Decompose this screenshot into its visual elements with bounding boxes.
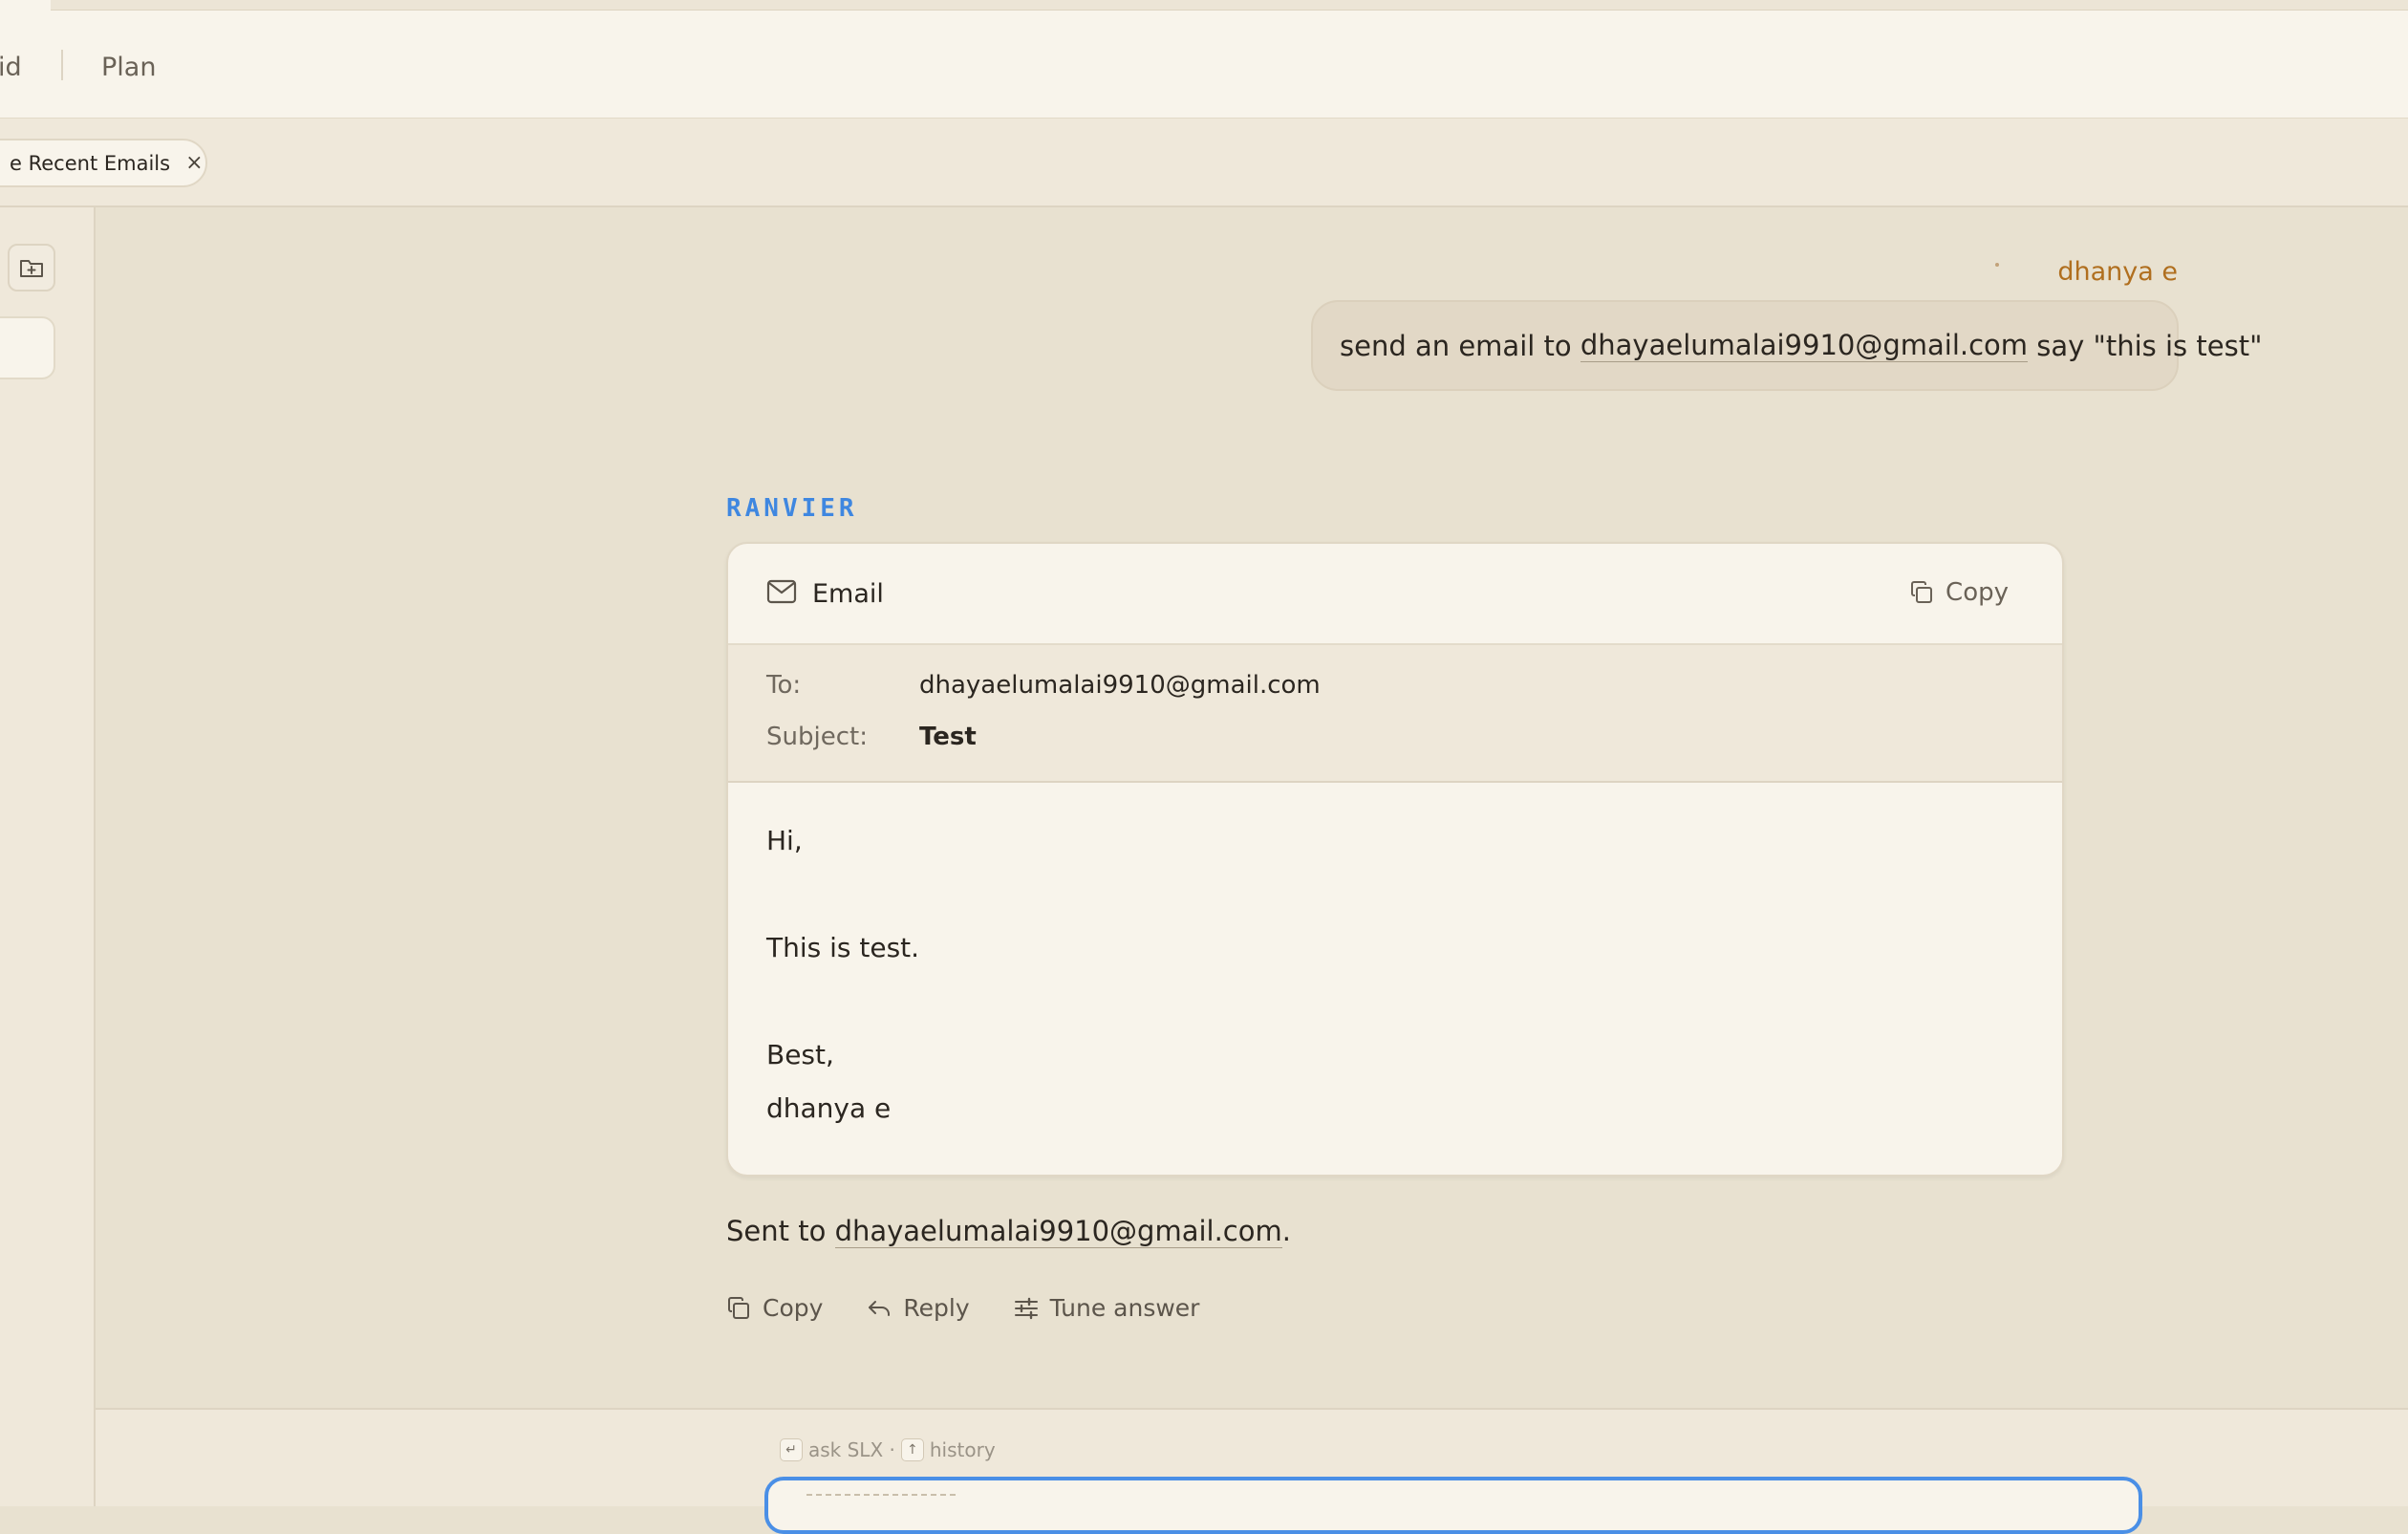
- up-key-icon: ↑: [900, 1438, 924, 1461]
- reply-button[interactable]: Reply: [867, 1294, 970, 1322]
- top-navbar: id Plan: [0, 11, 2408, 119]
- sent-suffix: .: [1281, 1215, 1291, 1247]
- email-copy-button[interactable]: Copy: [1909, 578, 2009, 607]
- email-card-title: Email: [812, 579, 884, 609]
- sent-email-link[interactable]: dhayaelumalai9910@gmail.com: [834, 1215, 1282, 1248]
- email-copy-label: Copy: [1946, 578, 2009, 607]
- mail-icon: [766, 579, 797, 604]
- user-message-prefix: send an email to: [1340, 329, 1580, 362]
- nav-item-partial[interactable]: id: [0, 53, 22, 82]
- copy-icon: [1911, 581, 1933, 603]
- email-subject-label: Subject:: [766, 723, 868, 751]
- nav-item-plan[interactable]: Plan: [101, 53, 156, 82]
- email-subject-value: Test: [919, 723, 977, 751]
- tune-answer-label: Tune answer: [1049, 1294, 1200, 1322]
- email-card-header: Email Copy: [728, 544, 2062, 645]
- left-sidebar: [0, 207, 96, 1506]
- sliders-icon: [1014, 1297, 1038, 1319]
- ask-hint-label: ask SLX ·: [808, 1438, 895, 1461]
- email-body-line: dhanya e: [766, 1092, 892, 1124]
- reply-label: Reply: [903, 1294, 970, 1322]
- email-body-line: Best,: [766, 1039, 834, 1070]
- window-top-strip: [0, 0, 2408, 11]
- email-meta: To: dhayaelumalai9910@gmail.com Subject:…: [728, 645, 2062, 783]
- email-card: Email Copy To: dhayaelumalai9910@gmail.c…: [726, 542, 2064, 1177]
- message-input[interactable]: [764, 1477, 2142, 1534]
- new-folder-button[interactable]: [8, 244, 55, 292]
- chat-main: dhanya e send an email to dhayaelumalai9…: [96, 207, 2408, 1408]
- copy-answer-button[interactable]: Copy: [726, 1294, 823, 1322]
- conversation-tab-bar: e Recent Emails ×: [0, 119, 2408, 207]
- conversation-tab-chip[interactable]: e Recent Emails ×: [0, 139, 207, 187]
- user-message-email-link[interactable]: dhayaelumalai9910@gmail.com: [1580, 329, 2029, 362]
- nav-separator: [61, 50, 63, 80]
- user-message-suffix: say "this is test": [2028, 329, 2263, 362]
- composer-hint: ↵ ask SLX · ↑ history: [780, 1438, 996, 1461]
- user-name: dhanya e: [2057, 257, 2178, 287]
- email-to-label: To:: [766, 671, 802, 700]
- sent-prefix: Sent to: [726, 1215, 835, 1247]
- sent-confirmation: Sent to dhayaelumalai9910@gmail.com.: [726, 1215, 1291, 1248]
- copy-answer-label: Copy: [763, 1294, 824, 1322]
- close-icon[interactable]: ×: [185, 151, 203, 175]
- user-dot: [1995, 263, 1999, 267]
- message-actions: Copy Reply Tune answer: [726, 1294, 1199, 1322]
- conversation-tab-label: e Recent Emails: [10, 151, 171, 175]
- tune-answer-button[interactable]: Tune answer: [1014, 1294, 1200, 1322]
- composer-area: ↵ ask SLX · ↑ history: [96, 1408, 2408, 1534]
- email-body-line: This is test.: [766, 932, 920, 963]
- email-to-value: dhayaelumalai9910@gmail.com: [919, 671, 1321, 700]
- folder-plus-icon: [20, 260, 43, 277]
- user-message-bubble: send an email to dhayaelumalai9910@gmail…: [1311, 300, 2262, 391]
- input-placeholder-mark: [806, 1494, 956, 1513]
- reply-icon: [869, 1300, 891, 1316]
- active-window-tab[interactable]: [0, 0, 51, 11]
- copy-icon: [728, 1296, 749, 1319]
- sidebar-conversation-card[interactable]: [0, 316, 55, 379]
- assistant-label: RANVIER: [726, 494, 858, 523]
- email-body-line: Hi,: [766, 825, 803, 856]
- enter-key-icon: ↵: [780, 1438, 803, 1461]
- history-hint-label: history: [929, 1438, 996, 1461]
